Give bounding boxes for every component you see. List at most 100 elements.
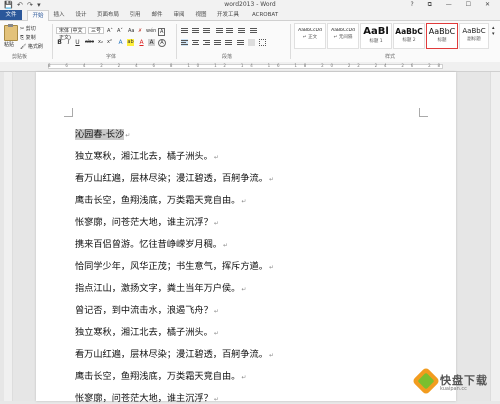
doc-line-text: 恰同学少年，风华正茂；书生意气，挥斥方遒。: [75, 261, 268, 272]
doc-line-text: 怅寥廓，问苍茫大地，谁主沉浮？: [75, 393, 213, 404]
line-spacing-button[interactable]: [237, 39, 244, 46]
styles-group-label: 样式: [385, 54, 396, 60]
watermark-sub: kuaipan.cc: [440, 386, 467, 392]
tab-home[interactable]: 开始: [27, 10, 49, 21]
underline-button[interactable]: U: [74, 39, 81, 46]
clear-format-button[interactable]: ✗: [138, 28, 142, 34]
font-group-label: 字体: [106, 54, 117, 60]
font-color-button[interactable]: A: [138, 39, 145, 46]
shrink-font-button[interactable]: A˅: [117, 28, 123, 34]
style-title[interactable]: AaBbC 标题: [426, 23, 458, 49]
align-right-button[interactable]: [203, 39, 210, 46]
tab-design[interactable]: 设计: [72, 10, 90, 20]
paragraph-mark: ↵: [213, 308, 219, 315]
paste-icon[interactable]: [4, 24, 18, 41]
window-controls[interactable]: ? ⧉ — ☐ ✕: [410, 0, 496, 10]
numbering-button[interactable]: [192, 27, 199, 34]
cut-button[interactable]: ✂ 剪切: [20, 25, 36, 32]
tab-references[interactable]: 引用: [126, 10, 144, 20]
shading-button[interactable]: [248, 39, 255, 46]
highlight-button[interactable]: ab: [127, 39, 134, 46]
style-name: 标题 2: [402, 38, 416, 43]
change-case-button[interactable]: Aa: [128, 28, 134, 34]
bold-button[interactable]: B: [56, 39, 63, 46]
multilevel-list-button[interactable]: [203, 27, 210, 34]
doc-line[interactable]: 携来百侣曾游。忆往昔峥嵘岁月稠。↵: [75, 236, 228, 250]
doc-line-text: 鹰击长空，鱼翔浅底，万类霜天竞自由。: [75, 371, 241, 382]
style-heading-1[interactable]: AaBl 标题 1: [360, 23, 392, 49]
style-name: ↵ 无间隔: [333, 35, 353, 40]
styles-scroll-icon[interactable]: ▴ ▾: [492, 25, 495, 37]
doc-title-line[interactable]: 沁园春-长沙↵: [75, 126, 130, 140]
doc-line-text: 指点江山，激扬文字，粪土当年万户侯。: [75, 283, 241, 294]
italic-button[interactable]: I: [65, 39, 72, 46]
doc-line[interactable]: 怅寥廓，问苍茫大地，谁主沉浮？↵: [75, 390, 219, 404]
paragraph-group-label: 段落: [222, 54, 233, 60]
copy-button[interactable]: ⎘ 复制: [20, 34, 36, 41]
document-page[interactable]: 沁园春-长沙↵ 独立寒秋，湘江北去，橘子洲头。↵ 看万山红遍，层林尽染；漫江碧透…: [36, 72, 456, 404]
style-subtitle[interactable]: AaBbC 副标题: [459, 23, 489, 49]
doc-line-text: 携来百侣曾游。忆往昔峥嵘岁月稠。: [75, 239, 222, 250]
font-size-box[interactable]: 三号: [88, 27, 104, 34]
doc-line-text: 怅寥廓，问苍茫大地，谁主沉浮？: [75, 217, 213, 228]
paste-button[interactable]: 粘贴: [4, 41, 14, 48]
doc-line[interactable]: 鹰击长空，鱼翔浅底，万类霜天竞自由。↵: [75, 192, 246, 206]
doc-line[interactable]: 看万山红遍，层林尽染；漫江碧透，百舸争流。↵: [75, 346, 274, 360]
doc-line[interactable]: 曾记否，到中流击水，浪遏飞舟？↵: [75, 302, 219, 316]
text-effects-button[interactable]: A: [117, 39, 124, 46]
grow-font-button[interactable]: A˄: [107, 28, 113, 34]
tab-view[interactable]: 视图: [192, 10, 210, 20]
tab-file[interactable]: 文件: [0, 10, 22, 20]
format-painter-button[interactable]: 🖌 格式刷: [20, 43, 43, 50]
doc-line[interactable]: 独立寒秋，湘江北去，橘子洲头。↵: [75, 324, 219, 338]
doc-line[interactable]: 看万山红遍，层林尽染；漫江碧透，百舸争流。↵: [75, 170, 274, 184]
show-marks-button[interactable]: [250, 27, 257, 34]
distributed-button[interactable]: [225, 39, 232, 46]
doc-line-text: 独立寒秋，湘江北去，橘子洲头。: [75, 151, 213, 162]
doc-line[interactable]: 指点江山，激扬文字，粪土当年万户侯。↵: [75, 280, 246, 294]
tab-developer[interactable]: 开发工具: [214, 10, 242, 20]
doc-line[interactable]: 鹰击长空，鱼翔浅底，万类霜天竞自由。↵: [75, 368, 246, 382]
doc-line-text: 曾记否，到中流击水，浪遏飞舟？: [75, 305, 213, 316]
superscript-button[interactable]: x²: [106, 39, 113, 46]
tab-insert[interactable]: 插入: [50, 10, 68, 20]
align-left-button[interactable]: [181, 39, 188, 46]
tab-acrobat[interactable]: ACROBAT: [248, 10, 282, 20]
watermark-logo: 快盘下载 kuaipan.cc: [411, 366, 494, 397]
margin-corner: [419, 108, 428, 117]
paragraph-mark: ↵: [268, 176, 274, 183]
borders-button[interactable]: [259, 39, 266, 46]
phonetic-guide-button[interactable]: wén: [146, 28, 156, 34]
increase-indent-button[interactable]: [226, 27, 233, 34]
doc-title-text: 沁园春-长沙: [75, 129, 125, 140]
paragraph-mark: ↵: [213, 154, 219, 161]
bullets-button[interactable]: [181, 27, 188, 34]
char-border-button[interactable]: A: [158, 28, 166, 36]
vertical-scrollbar[interactable]: [490, 72, 500, 401]
justify-button[interactable]: [214, 39, 221, 46]
enclose-char-button[interactable]: A: [158, 39, 166, 47]
paragraph-mark: ↵: [223, 242, 229, 249]
char-shading-button[interactable]: A: [148, 39, 155, 46]
strikethrough-button[interactable]: abc: [84, 39, 95, 46]
doc-line[interactable]: 怅寥廓，问苍茫大地，谁主沉浮？↵: [75, 214, 219, 228]
doc-line[interactable]: 独立寒秋，湘江北去，橘子洲头。↵: [75, 148, 219, 162]
decrease-indent-button[interactable]: [216, 27, 223, 34]
tab-page-layout[interactable]: 页面布局: [94, 10, 122, 20]
align-center-button[interactable]: [192, 39, 199, 46]
tab-mailings[interactable]: 邮件: [148, 10, 166, 20]
style-normal[interactable]: AaBbCcDd ↵ 正文: [294, 23, 326, 49]
paragraph-mark: ↵: [213, 330, 219, 337]
doc-line[interactable]: 恰同学少年，风华正茂；书生意气，挥斥方遒。↵: [75, 258, 274, 272]
font-name-box[interactable]: 宋体 (中文正文): [56, 27, 86, 41]
sort-button[interactable]: [238, 27, 245, 34]
style-name: 标题: [437, 38, 447, 43]
paragraph-mark: ↵: [241, 286, 247, 293]
style-heading-2[interactable]: AaBbC 标题 2: [393, 23, 425, 49]
horizontal-ruler[interactable]: 8 6 4 2 2 4 6 8 10 12 14 16 18 20 22 24 …: [0, 62, 500, 72]
clipboard-group-label: 剪贴板: [12, 54, 28, 60]
subscript-button[interactable]: x₂: [97, 39, 104, 46]
tab-review[interactable]: 审阅: [170, 10, 188, 20]
paragraph-mark: ↵: [241, 374, 247, 381]
style-no-spacing[interactable]: AaBbCcDd ↵ 无间隔: [327, 23, 359, 49]
